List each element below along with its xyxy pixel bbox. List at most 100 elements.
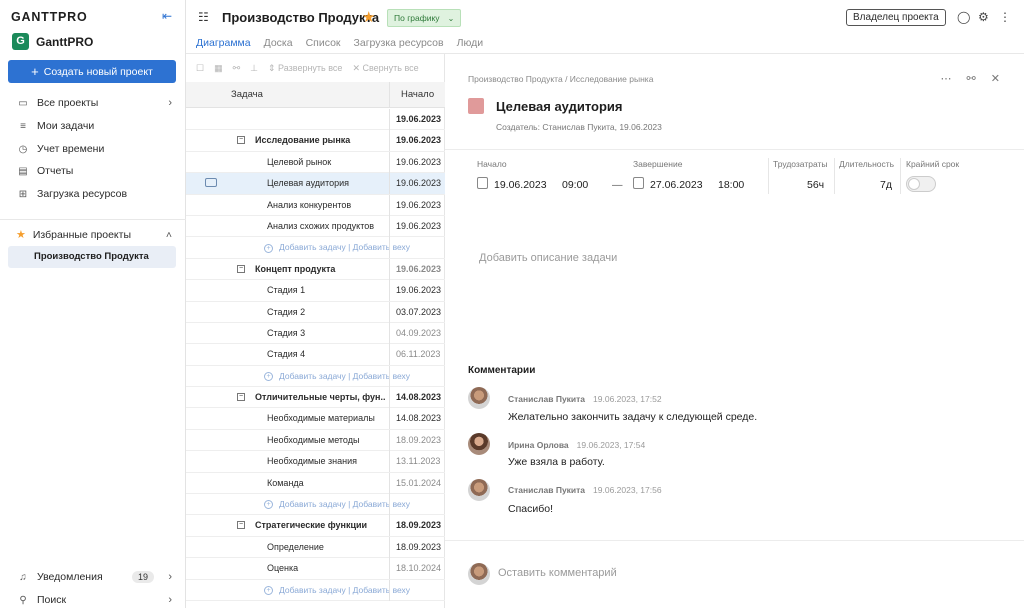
task-color-swatch[interactable] <box>468 98 484 114</box>
calendar-icon[interactable] <box>633 177 644 189</box>
task-name-cell[interactable]: Стратегические функции <box>255 515 385 536</box>
start-date-cell[interactable]: 18.09.2023 <box>389 536 445 558</box>
add-task-row[interactable]: + Добавить задачу | Добавить веху <box>186 237 445 259</box>
gear-icon[interactable]: ⚙ <box>978 10 989 24</box>
start-date-cell[interactable]: 15.01.2024 <box>389 472 445 494</box>
table-row[interactable]: Целевой рынок 19.06.2023 <box>186 151 445 174</box>
task-name-cell[interactable]: Необходимые знания <box>267 451 385 472</box>
task-title[interactable]: Целевая аудитория <box>496 99 622 114</box>
sidebar-item-resource-load[interactable]: ⊞ Загрузка ресурсов <box>16 185 176 203</box>
task-name-cell[interactable]: Команда <box>267 473 385 494</box>
start-date-cell[interactable]: 19.06.2023 <box>389 173 445 195</box>
collapse-group-icon[interactable]: − <box>237 136 245 145</box>
start-date-cell[interactable]: 19.06.2023 <box>389 280 445 302</box>
task-name-cell[interactable]: Анализ схожих продуктов <box>267 216 385 237</box>
link-icon[interactable]: ⚯ <box>967 73 976 85</box>
start-date-cell[interactable]: 19.06.2023 <box>389 258 445 280</box>
checkbox-icon[interactable]: ☐ <box>196 63 204 74</box>
add-task-link[interactable]: Добавить задачу <box>279 585 346 595</box>
task-name-cell[interactable]: Необходимые методы <box>267 430 385 451</box>
comment-icon[interactable] <box>205 178 217 188</box>
duration-value[interactable]: 7д <box>880 179 892 191</box>
table-row[interactable]: Необходимые знания 13.11.2023 <box>186 451 445 473</box>
task-name-cell[interactable]: Стадия 1 <box>267 280 385 301</box>
sidebar-item-time-tracking[interactable]: ◷ Учет времени <box>16 140 176 158</box>
start-date-cell[interactable]: 14.08.2023 <box>389 387 445 409</box>
calendar-icon[interactable]: ▦ <box>214 63 223 74</box>
add-task-link[interactable]: Добавить задачу <box>279 242 346 252</box>
start-date-cell[interactable]: 06.11.2023 <box>389 344 445 366</box>
task-name-cell[interactable]: Целевой рынок <box>267 152 385 173</box>
end-time[interactable]: 18:00 <box>718 179 744 191</box>
task-name-cell[interactable]: Исследование рынка <box>255 130 385 151</box>
collapse-group-icon[interactable]: − <box>237 521 245 530</box>
table-row[interactable]: Анализ схожих продуктов 19.06.2023 <box>186 215 445 238</box>
create-project-button[interactable]: + Создать новый проект <box>8 60 176 83</box>
task-name-cell[interactable]: Оценка <box>267 558 385 579</box>
task-name-cell[interactable]: Целевая аудитория <box>267 173 385 194</box>
calendar-icon[interactable] <box>477 177 488 189</box>
start-date-cell[interactable]: 19.06.2023 <box>389 194 445 216</box>
start-date-cell[interactable]: 19.06.2023 <box>389 151 445 173</box>
table-row[interactable]: Стадия 2 03.07.2023 <box>186 301 445 323</box>
task-name-cell[interactable]: Стадия 4 <box>267 344 385 365</box>
end-date[interactable]: 27.06.2023 <box>650 179 703 191</box>
start-date-cell[interactable]: 19.06.2023 <box>389 215 445 237</box>
more-vertical-icon[interactable]: ⋮ <box>999 10 1011 24</box>
add-task-row[interactable]: + Добавить задачу | Добавить веху <box>186 579 445 601</box>
table-row[interactable]: Оценка 18.10.2024 <box>186 558 445 580</box>
column-header-task[interactable]: Задача <box>186 82 389 108</box>
task-name-cell[interactable]: Анализ конкурентов <box>267 195 385 216</box>
description-placeholder[interactable]: Добавить описание задачи <box>479 252 617 264</box>
table-row[interactable]: Необходимые материалы 14.08.2023 <box>186 408 445 430</box>
collapse-group-icon[interactable]: − <box>237 264 245 273</box>
link-icon[interactable]: ⚯ <box>233 63 241 74</box>
deadline-toggle[interactable] <box>906 176 936 192</box>
table-row[interactable]: Стадия 1 19.06.2023 <box>186 280 445 302</box>
table-row[interactable]: − Концепт продукта 19.06.2023 <box>186 258 445 281</box>
task-name-cell[interactable]: Стадия 2 <box>267 302 385 323</box>
sidebar-item-notifications[interactable]: ♫ Уведомления 19 › <box>16 568 176 586</box>
breadcrumb[interactable]: Производство Продукта / Исследование рын… <box>468 74 653 84</box>
favorites-header[interactable]: ★ Избранные проекты ˄ <box>16 228 176 242</box>
start-date-cell[interactable]: 14.08.2023 <box>389 408 445 430</box>
favorite-star-icon[interactable]: ★ <box>362 8 375 26</box>
comment-input[interactable]: Оставить комментарий <box>498 567 617 579</box>
start-time[interactable]: 09:00 <box>562 179 588 191</box>
table-row[interactable]: Стадия 3 04.09.2023 <box>186 322 445 345</box>
start-date-cell[interactable]: 19.06.2023 <box>389 130 445 152</box>
collapse-sidebar-icon[interactable]: ⇤ <box>162 9 176 23</box>
project-title[interactable]: Производство Продукта <box>222 10 379 25</box>
table-row[interactable]: − Исследование рынка 19.06.2023 <box>186 130 445 152</box>
start-date-cell[interactable]: 13.11.2023 <box>389 451 445 473</box>
add-task-row[interactable]: + Добавить задачу | Добавить веху <box>186 494 445 516</box>
table-row[interactable]: Целевая аудитория 19.06.2023 <box>186 173 445 195</box>
table-row[interactable]: − Стратегические функции 18.09.2023 <box>186 515 445 537</box>
expand-all-button[interactable]: ⇕ Развернуть все <box>268 63 342 74</box>
task-name-cell[interactable]: Отличительные черты, фун... <box>255 387 385 408</box>
table-row[interactable]: Анализ конкурентов 19.06.2023 <box>186 194 445 216</box>
task-name-cell[interactable]: Необходимые материалы <box>267 408 385 429</box>
task-name-cell[interactable]: Концепт продукта <box>255 259 385 280</box>
more-horizontal-icon[interactable]: ⋯ <box>940 73 951 85</box>
start-date-cell[interactable]: 03.07.2023 <box>389 301 445 323</box>
task-name-cell[interactable] <box>267 109 385 130</box>
table-row[interactable]: − Отличительные черты, фун... 14.08.2023 <box>186 387 445 409</box>
split-icon[interactable]: ⊥ <box>250 63 258 74</box>
collapse-group-icon[interactable]: − <box>237 393 245 402</box>
collapse-all-button[interactable]: ✕ Свернуть все <box>352 63 418 74</box>
table-row[interactable]: Необходимые методы 18.09.2023 <box>186 429 445 452</box>
favorite-project-item[interactable]: Производство Продукта <box>8 246 176 268</box>
sidebar-item-search[interactable]: ⚲ Поиск › <box>16 591 176 608</box>
add-task-link[interactable]: Добавить задачу <box>279 371 346 381</box>
start-date-cell[interactable]: 18.09.2023 <box>389 515 445 537</box>
effort-value[interactable]: 56ч <box>807 179 824 191</box>
sidebar-item-reports[interactable]: ▤ Отчеты <box>16 162 176 180</box>
table-row[interactable]: Определение 18.09.2023 <box>186 536 445 559</box>
task-name-cell[interactable]: Определение <box>267 537 385 558</box>
sidebar-item-my-tasks[interactable]: ≡ Мои задачи <box>16 117 176 135</box>
chat-icon[interactable]: ◯ <box>957 10 970 24</box>
sidebar-item-all-projects[interactable]: ▭ Все проекты › <box>16 94 176 112</box>
start-date-cell[interactable]: 18.10.2024 <box>389 558 445 580</box>
column-header-start[interactable]: Начало <box>389 82 445 108</box>
